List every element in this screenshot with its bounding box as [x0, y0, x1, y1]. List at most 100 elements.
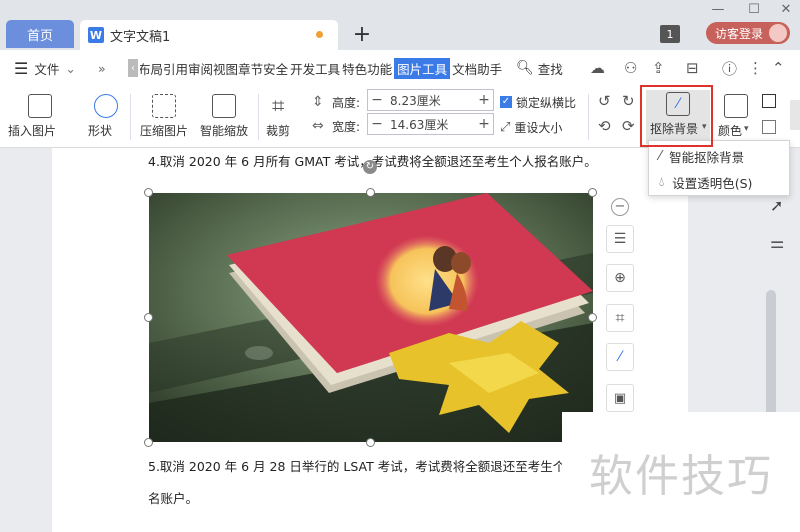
compress-picture-button[interactable]: 压缩图片: [138, 94, 192, 144]
shape-label: 形状: [88, 124, 113, 138]
tab-features[interactable]: 特色功能: [342, 59, 392, 78]
flip-icon[interactable]: ⟲: [598, 117, 611, 135]
tab-devtools[interactable]: 开发工具: [290, 59, 340, 78]
ribbon-scroll-right[interactable]: [790, 100, 800, 130]
smart-zoom-button[interactable]: 智能缩放: [198, 94, 252, 144]
export-icon[interactable]: ⇪: [652, 50, 665, 86]
search-button[interactable]: 🔍︎ 查找: [516, 50, 563, 86]
minimize-icon[interactable]: —: [706, 0, 730, 18]
collapse-toolbar-icon[interactable]: −: [611, 198, 629, 216]
crop-button[interactable]: ⌗ 裁剪: [264, 94, 304, 144]
height-icon: ⇕: [312, 94, 324, 110]
width-decrease-button[interactable]: −: [368, 114, 386, 134]
mirror-icon[interactable]: ⟳: [622, 117, 635, 135]
compress-icon: [152, 94, 176, 118]
zoom-in-icon[interactable]: ⊕: [606, 264, 634, 292]
avatar-icon[interactable]: [769, 24, 787, 42]
tab-review[interactable]: 审阅: [188, 59, 213, 78]
writer-doc-icon: W: [88, 27, 104, 43]
drop-icon: 💧︎: [659, 174, 665, 190]
checkbox-checked-icon: ✓: [500, 96, 512, 108]
more-icon[interactable]: ⋮: [748, 50, 763, 86]
remove-background-menu: ⁄ 智能抠除背景 💧︎ 设置透明色(S): [648, 140, 790, 196]
crop-icon: ⌗: [272, 94, 285, 119]
tab-document[interactable]: W 文字文稿1: [80, 20, 338, 50]
menu-item-smart-remove-bg[interactable]: ⁄ 智能抠除背景: [659, 145, 744, 167]
unsaved-dot-icon: [316, 31, 323, 38]
scroll-left-icon[interactable]: ‹: [128, 59, 138, 77]
window-count-badge[interactable]: 1: [660, 25, 680, 43]
width-icon: ⇔: [312, 118, 324, 134]
height-field[interactable]: − 8.23厘米 +: [367, 89, 494, 111]
resize-handle-e[interactable]: [588, 313, 597, 322]
remove-bg-quick-icon[interactable]: ⁄: [606, 343, 634, 371]
rotate-right-icon[interactable]: ↻: [622, 92, 635, 110]
menu-item-set-transparent[interactable]: 💧︎ 设置透明色(S): [659, 171, 752, 193]
height-label: 高度:: [332, 96, 361, 110]
set-transparent-label: 设置透明色(S): [672, 175, 753, 191]
color-label: 颜色: [718, 124, 743, 138]
width-value[interactable]: 14.63厘米: [386, 116, 475, 133]
insert-picture-button[interactable]: 插入图片: [8, 94, 74, 144]
picture-content: [149, 193, 593, 442]
picture-to-text-icon[interactable]: ▣: [606, 384, 634, 412]
paragraph-2[interactable]: 5.取消 2020 年 6 月 28 日举行的 LSAT 考试，考试费将全额退还…: [148, 456, 565, 475]
tab-home[interactable]: 首页: [6, 20, 74, 48]
cursor-pointer-icon[interactable]: ➚: [770, 196, 783, 215]
height-increase-button[interactable]: +: [475, 90, 493, 110]
cloud-icon[interactable]: ☁: [590, 50, 605, 86]
rotate-handle-icon[interactable]: ↻: [363, 160, 377, 174]
search-label: 查找: [537, 61, 563, 77]
resize-handle-n[interactable]: [366, 188, 375, 197]
insert-picture-label: 插入图片: [8, 124, 57, 138]
toolbox-icon[interactable]: ⊟: [686, 50, 699, 86]
close-window-icon[interactable]: ✕: [774, 0, 798, 18]
chevron-down-icon: ▾: [744, 124, 749, 134]
color-picture-icon: [724, 94, 748, 118]
resize-handle-sw[interactable]: [144, 438, 153, 447]
tab-reference[interactable]: 引用: [163, 59, 188, 78]
divider: [258, 94, 259, 140]
rotate-left-icon[interactable]: ↺: [598, 92, 611, 110]
reset-size-button[interactable]: ⤢ 重设大小: [500, 118, 580, 136]
paragraph-3[interactable]: 名账户。: [148, 488, 198, 507]
settings-sliders-icon[interactable]: ⚌: [770, 233, 784, 252]
color-button[interactable]: 颜色 ▾: [716, 94, 762, 144]
width-label: 宽度:: [332, 120, 361, 134]
width-field[interactable]: − 14.63厘米 +: [367, 113, 494, 135]
reset-size-label: 重设大小: [514, 120, 563, 135]
tab-doc-assistant[interactable]: 文档助手: [452, 59, 502, 78]
selected-picture[interactable]: [149, 193, 593, 442]
chevron-down-icon: ⌄: [65, 60, 76, 76]
height-decrease-button[interactable]: −: [368, 90, 386, 110]
effects-icon[interactable]: [762, 120, 776, 134]
resize-handle-s[interactable]: [366, 438, 375, 447]
share-user-icon[interactable]: ⚇: [624, 50, 637, 86]
lock-ratio-checkbox[interactable]: ✓ 锁定纵横比: [500, 93, 580, 111]
width-increase-button[interactable]: +: [475, 114, 493, 134]
file-menu[interactable]: ☰ 文件 ⌄: [14, 50, 76, 86]
collapse-ribbon-icon[interactable]: ⌃: [772, 50, 785, 86]
smart-remove-bg-label: 智能抠除背景: [669, 149, 745, 165]
resize-handle-w[interactable]: [144, 313, 153, 322]
help-icon[interactable]: ⓘ: [722, 50, 737, 86]
resize-handle-nw[interactable]: [144, 188, 153, 197]
tab-view[interactable]: 视图: [213, 59, 238, 78]
tab-security[interactable]: 安全: [263, 59, 288, 78]
crop-picture-icon[interactable]: ⌗: [606, 304, 634, 332]
crop-label: 裁剪: [266, 124, 291, 138]
tab-picture-tools[interactable]: 图片工具: [394, 57, 451, 79]
maximize-icon[interactable]: ☐: [742, 0, 766, 18]
resize-handle-ne[interactable]: [588, 188, 597, 197]
border-icon[interactable]: [762, 94, 776, 108]
shape-button[interactable]: 形状: [86, 94, 126, 144]
smart-zoom-icon: [212, 94, 236, 118]
tab-section[interactable]: 章节: [238, 59, 263, 78]
lock-ratio-label: 锁定纵横比: [516, 95, 577, 110]
shape-icon: [94, 94, 118, 118]
layout-options-icon[interactable]: ☰: [606, 225, 634, 253]
more-arrows-icon[interactable]: »: [98, 50, 106, 86]
height-value[interactable]: 8.23厘米: [386, 92, 475, 109]
new-tab-button[interactable]: +: [350, 20, 374, 48]
tab-layout[interactable]: 布局: [140, 59, 163, 78]
